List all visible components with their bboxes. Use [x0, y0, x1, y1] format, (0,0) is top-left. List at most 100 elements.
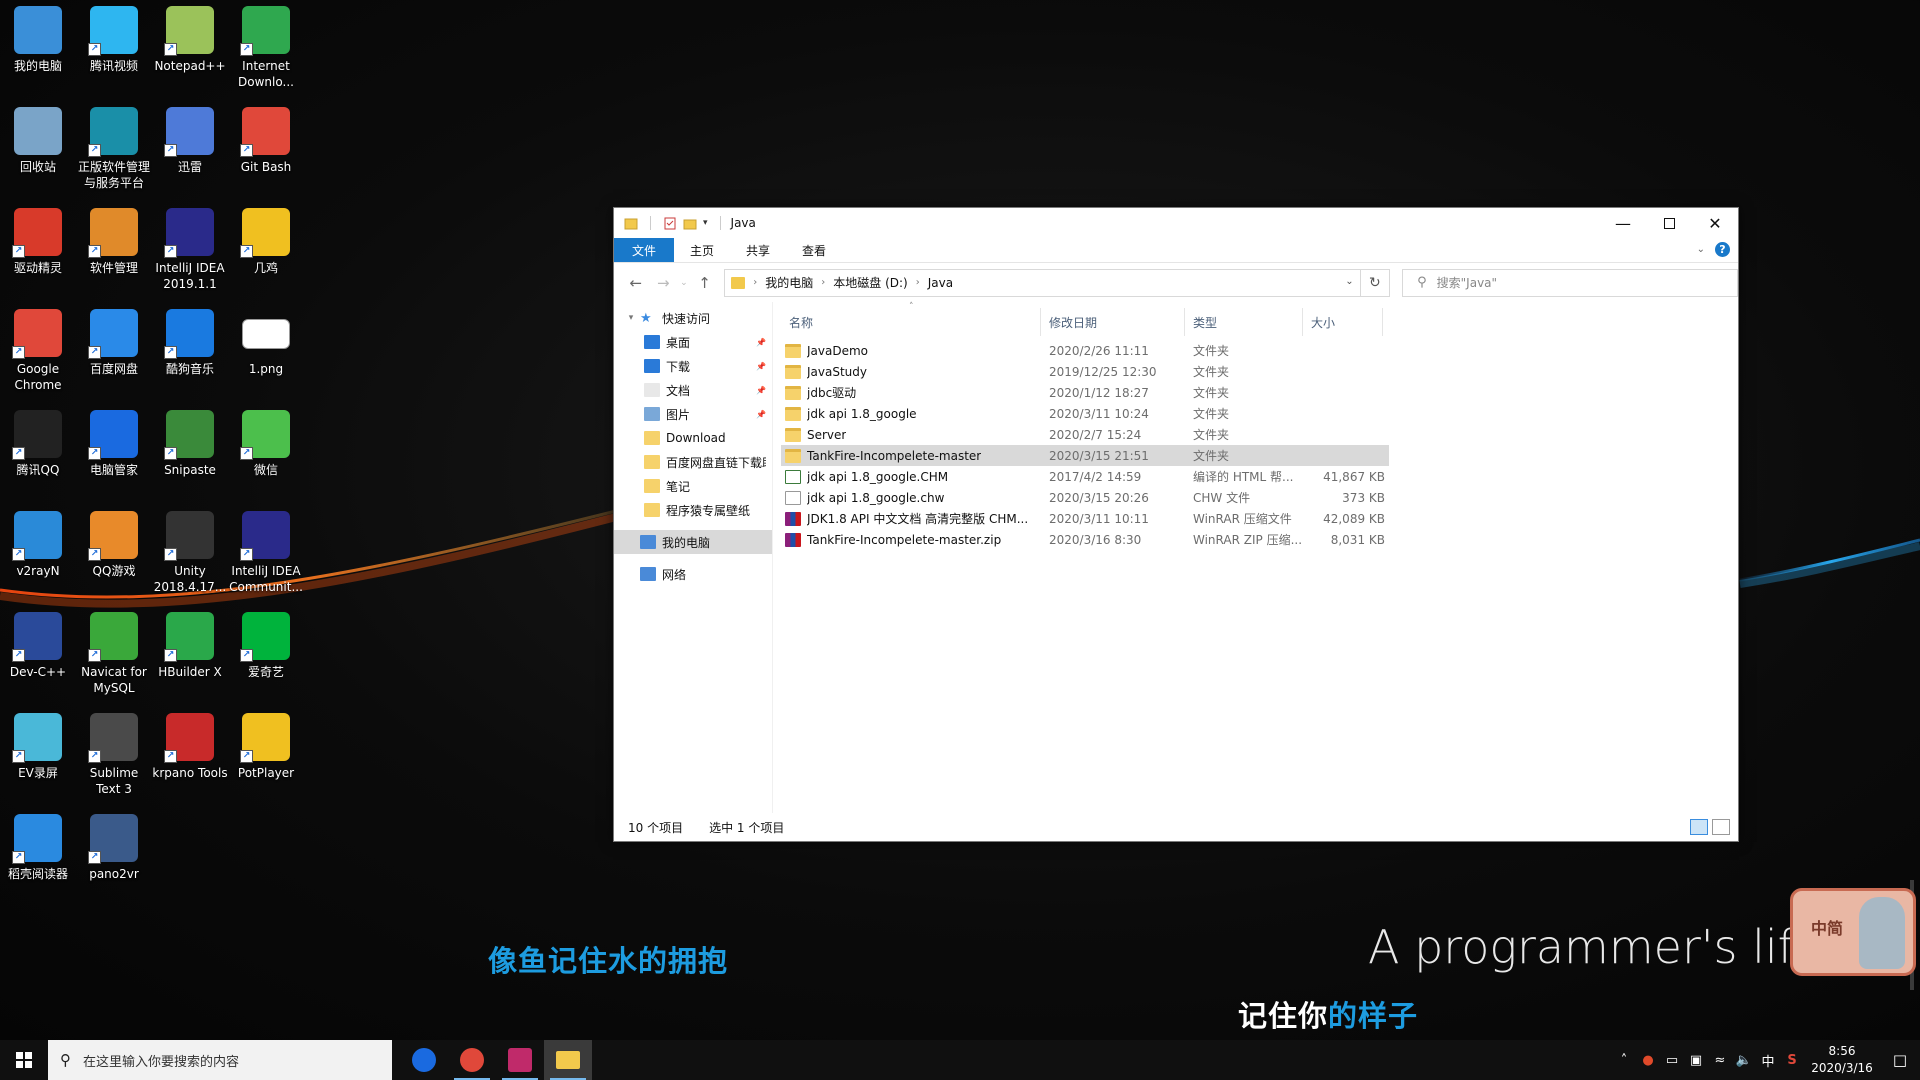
file-row[interactable]: TankFire-Incompelete-master.zip 2020/3/16… — [781, 529, 1389, 550]
nav-item[interactable]: 百度网盘直链下载助 — [614, 450, 772, 474]
taskbar-app-chrome[interactable] — [448, 1040, 496, 1080]
expand-chevron-icon[interactable]: ▾ — [624, 313, 638, 323]
desktop-shortcut[interactable]: ↗ 几鸡 — [228, 204, 304, 276]
pin-icon[interactable]: 📌 — [756, 410, 766, 419]
desktop-shortcut[interactable]: ↗ 迅雷 — [152, 103, 228, 175]
address-bar[interactable]: › 我的电脑 › 本地磁盘 (D:) › Java ⌄ — [724, 268, 1361, 297]
column-header-size[interactable]: 大小 — [1303, 308, 1383, 336]
desktop-shortcut[interactable]: ↗ Sublime Text 3 — [76, 709, 152, 797]
desktop-shortcut[interactable]: ↗ Google Chrome — [0, 305, 76, 393]
battery-icon[interactable]: ▭ — [1660, 1053, 1684, 1068]
desktop-shortcut[interactable]: ↗ Git Bash — [228, 103, 304, 175]
column-header-type[interactable]: 类型 — [1185, 308, 1303, 336]
pin-icon[interactable]: 📌 — [756, 386, 766, 395]
nav-item[interactable]: 我的电脑 — [614, 530, 772, 554]
taskbar-app-pc-manager[interactable] — [400, 1040, 448, 1080]
show-hidden-icons-chevron-icon[interactable]: ˄ — [1612, 1053, 1636, 1068]
desktop-sticker-widget[interactable]: 中简 — [1790, 888, 1916, 976]
desktop-shortcut[interactable]: ↗ Navicat for MySQL — [76, 608, 152, 696]
desktop-shortcut[interactable]: ↗ 酷狗音乐 — [152, 305, 228, 377]
desktop-shortcut[interactable]: ↗ Unity 2018.4.17... — [152, 507, 228, 595]
desktop-shortcut[interactable]: ↗ v2rayN — [0, 507, 76, 579]
nav-item[interactable]: 文档 📌 — [614, 378, 772, 402]
action-center-icon[interactable]: □ — [1880, 1051, 1920, 1069]
tab-file[interactable]: 文件 — [614, 238, 675, 262]
desktop-shortcut[interactable]: ↗ Internet Downlo... — [228, 2, 304, 90]
desktop-shortcut[interactable]: ↗ pano2vr — [76, 810, 152, 882]
minimize-button[interactable]: — — [1600, 208, 1646, 238]
desktop-shortcut[interactable]: ↗ 正版软件管理与服务平台 — [76, 103, 152, 191]
file-row[interactable]: jdbc驱动 2020/1/12 18:27 文件夹 — [781, 382, 1389, 403]
start-button[interactable] — [0, 1040, 48, 1080]
tab-home[interactable]: 主页 — [674, 238, 730, 262]
expand-ribbon-chevron-icon[interactable]: ⌄ — [1697, 244, 1705, 255]
refresh-button[interactable]: ↻ — [1360, 268, 1391, 297]
tab-view[interactable]: 查看 — [786, 238, 842, 262]
window-titlebar[interactable]: ▾ Java — ✕ — [614, 208, 1738, 238]
desktop-shortcut[interactable]: ↗ PotPlayer — [228, 709, 304, 781]
file-row[interactable]: jdk api 1.8_google.CHM 2017/4/2 14:59 编译的 … — [781, 466, 1389, 487]
clock[interactable]: 8:56 2020/3/16 — [1804, 1043, 1880, 1077]
desktop-shortcut[interactable]: ↗ krpano Tools — [152, 709, 228, 781]
pin-icon[interactable]: 📌 — [756, 362, 766, 371]
desktop-shortcut[interactable]: 我的电脑 — [0, 2, 76, 74]
file-explorer-window[interactable]: ▾ Java — ✕ 文件 主页 共享 查看 ⌄ ? ← → ⌄ ↑ › 我的电… — [613, 207, 1739, 842]
file-list[interactable]: ˄ 名称 修改日期 类型 大小 JavaDemo 2020/2/26 11:11 文… — [773, 302, 1738, 813]
details-view-icon[interactable] — [1690, 819, 1708, 835]
desktop-shortcut[interactable]: ↗ QQ游戏 — [76, 507, 152, 579]
maximize-button[interactable] — [1646, 208, 1692, 238]
desktop-shortcut[interactable]: ↗ HBuilder X — [152, 608, 228, 680]
desktop-shortcut[interactable]: ↗ EV录屏 — [0, 709, 76, 781]
qq-tray-icon[interactable]: ● — [1636, 1053, 1660, 1068]
customize-toolbar-chevron-icon[interactable]: ▾ — [703, 218, 708, 228]
nav-item[interactable]: 程序猿专属壁纸 — [614, 498, 772, 522]
tab-share[interactable]: 共享 — [730, 238, 786, 262]
desktop-shortcut[interactable]: ↗ 驱动精灵 — [0, 204, 76, 276]
column-header-name[interactable]: 名称 — [781, 308, 1041, 336]
taskbar-search-box[interactable]: ⚲ 在这里输入你要搜索的内容 — [48, 1040, 392, 1080]
file-row[interactable]: JavaDemo 2020/2/26 11:11 文件夹 — [781, 340, 1389, 361]
desktop-shortcut[interactable]: ↗ 稻壳阅读器 — [0, 810, 76, 882]
new-folder-icon[interactable] — [683, 217, 697, 230]
desktop-shortcut[interactable]: ↗ Notepad++ — [152, 2, 228, 74]
search-box[interactable]: ⚲ 搜索"Java" — [1402, 268, 1739, 297]
desktop-shortcut[interactable]: ↗ 百度网盘 — [76, 305, 152, 377]
nav-item[interactable]: Download — [614, 426, 772, 450]
volume-icon[interactable]: 🔈 — [1732, 1053, 1756, 1068]
address-history-chevron-icon[interactable]: ⌄ — [1345, 276, 1353, 287]
desktop-shortcut[interactable]: 回收站 — [0, 103, 76, 175]
help-icon[interactable]: ? — [1715, 242, 1730, 257]
up-arrow-icon[interactable]: ↑ — [691, 274, 719, 292]
file-row[interactable]: JDK1.8 API 中文文档 高清完整版 CHM... 2020/3/11 10… — [781, 508, 1389, 529]
folder-properties-icon[interactable] — [624, 217, 638, 230]
nav-item[interactable]: 下载 📌 — [614, 354, 772, 378]
navigation-pane[interactable]: ▾ ★ 快速访问 桌面 📌 下载 📌 文档 📌 图片 📌 Download 百度网盘直链下载助 笔记 程序猿… — [614, 302, 772, 813]
file-row[interactable]: jdk api 1.8_google.chw 2020/3/15 20:26 CHW… — [781, 487, 1389, 508]
desktop-shortcut[interactable]: ↗ Dev-C++ — [0, 608, 76, 680]
breadcrumb-java[interactable]: Java — [928, 276, 953, 290]
nav-item[interactable]: 网络 — [614, 562, 772, 586]
column-header-date[interactable]: 修改日期 — [1041, 308, 1185, 336]
desktop-shortcut[interactable]: ↗ 爱奇艺 — [228, 608, 304, 680]
large-icons-view-icon[interactable] — [1712, 819, 1730, 835]
taskbar-app-intellij-idea[interactable] — [496, 1040, 544, 1080]
desktop-shortcut[interactable]: ↗ 微信 — [228, 406, 304, 478]
input-method-indicator[interactable]: 中 — [1756, 1051, 1780, 1070]
desktop-shortcut[interactable]: ↗ IntelliJ IDEA Communit... — [228, 507, 304, 595]
wifi-icon[interactable]: ≈ — [1708, 1053, 1732, 1068]
close-button[interactable]: ✕ — [1692, 208, 1738, 238]
file-row[interactable]: TankFire-Incompelete-master 2020/3/15 21:… — [781, 445, 1389, 466]
desktop-shortcut[interactable]: ↗ 电脑管家 — [76, 406, 152, 478]
breadcrumb-my-computer[interactable]: 我的电脑 — [765, 274, 813, 291]
checklist-icon[interactable] — [663, 217, 677, 230]
nav-item[interactable]: 桌面 📌 — [614, 330, 772, 354]
nav-item[interactable]: ▾ ★ 快速访问 — [614, 306, 772, 330]
desktop-shortcut[interactable]: ↗ 腾讯视频 — [76, 2, 152, 74]
taskbar-app-file-explorer[interactable] — [544, 1040, 592, 1080]
desktop-shortcut[interactable]: ↗ 腾讯QQ — [0, 406, 76, 478]
forward-arrow-icon[interactable]: → — [650, 274, 678, 292]
breadcrumb-local-disk-d[interactable]: 本地磁盘 (D:) — [833, 274, 907, 291]
usb-device-icon[interactable]: ▣ — [1684, 1053, 1708, 1068]
desktop-shortcut[interactable]: 1.png — [228, 305, 304, 377]
nav-item[interactable]: 笔记 — [614, 474, 772, 498]
